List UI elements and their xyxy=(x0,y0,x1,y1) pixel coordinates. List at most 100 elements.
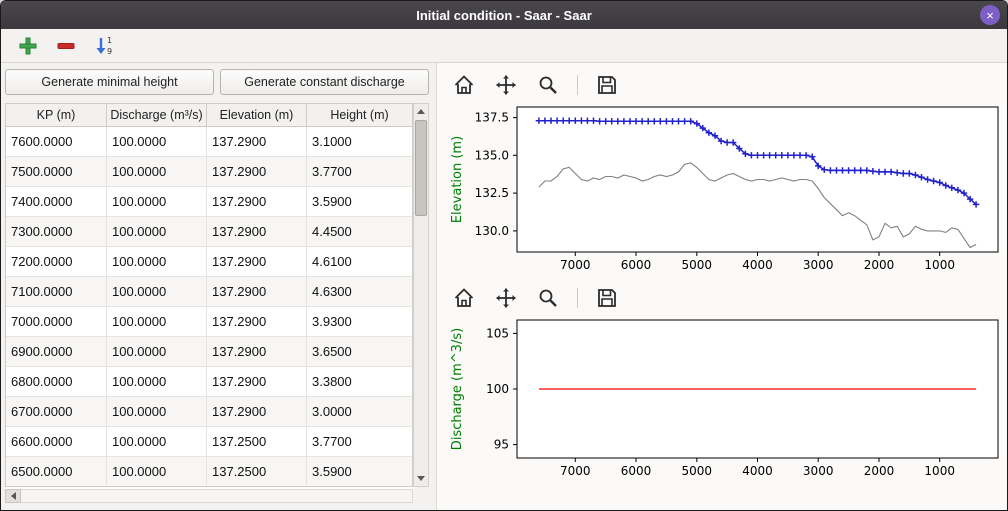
table-cell[interactable]: 3.6500 xyxy=(307,337,412,367)
elevation-chart[interactable]: 7000600050004000300020001000130.0132.513… xyxy=(447,101,1003,276)
table-row[interactable]: 7400.0000100.0000137.29003.5900 xyxy=(6,187,412,217)
home-button[interactable] xyxy=(451,285,477,311)
svg-text:2000: 2000 xyxy=(864,464,895,478)
table-cell[interactable]: 3.9300 xyxy=(307,307,412,337)
table-cell[interactable]: 100.0000 xyxy=(107,127,207,157)
table-row[interactable]: 6800.0000100.0000137.29003.3800 xyxy=(6,367,412,397)
header-cell-height[interactable]: Height (m) xyxy=(307,103,413,127)
table-cell[interactable]: 3.5900 xyxy=(307,187,412,217)
svg-text:9: 9 xyxy=(107,47,112,56)
window-title: Initial condition - Saar - Saar xyxy=(416,8,592,23)
table-cell[interactable]: 7300.0000 xyxy=(6,217,107,247)
table-cell[interactable]: 4.6300 xyxy=(307,277,412,307)
table-cell[interactable]: 6700.0000 xyxy=(6,397,107,427)
table-cell[interactable]: 137.2900 xyxy=(207,367,307,397)
elevation-chart-toolbar xyxy=(447,69,1003,101)
sort-button[interactable]: 1 9 xyxy=(91,33,117,59)
horizontal-scrollbar[interactable] xyxy=(5,489,413,503)
table-cell[interactable]: 7400.0000 xyxy=(6,187,107,217)
table-cell[interactable]: 6600.0000 xyxy=(6,427,107,457)
table-cell[interactable]: 3.7700 xyxy=(307,427,412,457)
header-cell-kp[interactable]: KP (m) xyxy=(5,103,107,127)
table-cell[interactable]: 6900.0000 xyxy=(6,337,107,367)
table-cell[interactable]: 100.0000 xyxy=(107,217,207,247)
table-cell[interactable]: 137.2900 xyxy=(207,217,307,247)
table-row[interactable]: 7000.0000100.0000137.29003.9300 xyxy=(6,307,412,337)
table-cell[interactable]: 3.3800 xyxy=(307,367,412,397)
table-cell[interactable]: 4.4500 xyxy=(307,217,412,247)
table-cell[interactable]: 3.1000 xyxy=(307,127,412,157)
header-cell-elevation[interactable]: Elevation (m) xyxy=(207,103,307,127)
table-cell[interactable]: 100.0000 xyxy=(107,427,207,457)
table-cell[interactable]: 6800.0000 xyxy=(6,367,107,397)
horizontal-scroll-track[interactable] xyxy=(21,489,413,503)
scroll-thumb[interactable] xyxy=(415,120,427,216)
discharge-chart[interactable]: 700060005000400030002000100095100105Disc… xyxy=(447,314,1003,482)
table-cell[interactable]: 137.2900 xyxy=(207,337,307,367)
table-cell[interactable]: 4.6100 xyxy=(307,247,412,277)
table-cell[interactable]: 137.2900 xyxy=(207,277,307,307)
table-cell[interactable]: 137.2900 xyxy=(207,127,307,157)
table-cell[interactable]: 100.0000 xyxy=(107,337,207,367)
table-cell[interactable]: 7600.0000 xyxy=(6,127,107,157)
scroll-up-button[interactable] xyxy=(414,104,428,119)
table-cell[interactable]: 100.0000 xyxy=(107,187,207,217)
main-content: Generate minimal height Generate constan… xyxy=(1,63,1007,511)
toolbar-separator xyxy=(577,288,578,308)
home-button[interactable] xyxy=(451,72,477,98)
titlebar[interactable]: Initial condition - Saar - Saar × xyxy=(1,1,1007,29)
pan-button[interactable] xyxy=(493,285,519,311)
table-cell[interactable]: 100.0000 xyxy=(107,277,207,307)
table-cell[interactable]: 3.5900 xyxy=(307,457,412,487)
save-button[interactable] xyxy=(594,285,620,311)
table-cell[interactable]: 137.2900 xyxy=(207,247,307,277)
zoom-button[interactable] xyxy=(535,285,561,311)
table-cell[interactable]: 137.2500 xyxy=(207,457,307,487)
table-cell[interactable]: 7500.0000 xyxy=(6,157,107,187)
table-cell[interactable]: 100.0000 xyxy=(107,367,207,397)
table-cell[interactable]: 137.2500 xyxy=(207,427,307,457)
svg-text:6000: 6000 xyxy=(621,464,652,478)
table-cell[interactable]: 7100.0000 xyxy=(6,277,107,307)
table-row[interactable]: 6600.0000100.0000137.25003.7700 xyxy=(6,427,412,457)
table-row[interactable]: 6900.0000100.0000137.29003.6500 xyxy=(6,337,412,367)
table-cell[interactable]: 137.2900 xyxy=(207,307,307,337)
magnifier-icon xyxy=(536,286,560,310)
table-cell[interactable]: 100.0000 xyxy=(107,397,207,427)
table-cell[interactable]: 100.0000 xyxy=(107,247,207,277)
table-cell[interactable]: 137.2900 xyxy=(207,397,307,427)
save-button[interactable] xyxy=(594,72,620,98)
table-cell[interactable]: 100.0000 xyxy=(107,457,207,487)
table-row[interactable]: 7300.0000100.0000137.29004.4500 xyxy=(6,217,412,247)
svg-text:7000: 7000 xyxy=(560,464,591,478)
generate-constant-discharge-button[interactable]: Generate constant discharge xyxy=(220,69,429,95)
remove-row-button[interactable] xyxy=(53,33,79,59)
zoom-button[interactable] xyxy=(535,72,561,98)
table-cell[interactable]: 137.2900 xyxy=(207,187,307,217)
scroll-down-button[interactable] xyxy=(414,471,428,486)
table-cell[interactable]: 100.0000 xyxy=(107,157,207,187)
vertical-scroll-track[interactable] xyxy=(414,119,428,471)
table-row[interactable]: 7200.0000100.0000137.29004.6100 xyxy=(6,247,412,277)
table-cell[interactable]: 6500.0000 xyxy=(6,457,107,487)
minus-icon xyxy=(55,35,77,57)
pan-button[interactable] xyxy=(493,72,519,98)
table-row[interactable]: 7100.0000100.0000137.29004.6300 xyxy=(6,277,412,307)
table-cell[interactable]: 3.0000 xyxy=(307,397,412,427)
scroll-left-button[interactable] xyxy=(5,489,21,503)
table-cell[interactable]: 100.0000 xyxy=(107,307,207,337)
table-row[interactable]: 7600.0000100.0000137.29003.1000 xyxy=(6,127,412,157)
table-cell[interactable]: 7000.0000 xyxy=(6,307,107,337)
table-row[interactable]: 6700.0000100.0000137.29003.0000 xyxy=(6,397,412,427)
table-cell[interactable]: 7200.0000 xyxy=(6,247,107,277)
header-cell-discharge[interactable]: Discharge (m³/s) xyxy=(107,103,207,127)
table-row[interactable]: 7500.0000100.0000137.29003.7700 xyxy=(6,157,412,187)
generate-minimal-height-button[interactable]: Generate minimal height xyxy=(5,69,214,95)
table-header: KP (m) Discharge (m³/s) Elevation (m) He… xyxy=(5,103,413,127)
table-cell[interactable]: 3.7700 xyxy=(307,157,412,187)
vertical-scrollbar[interactable] xyxy=(413,103,429,487)
close-button[interactable]: × xyxy=(980,5,1000,25)
add-row-button[interactable] xyxy=(15,33,41,59)
table-row[interactable]: 6500.0000100.0000137.25003.5900 xyxy=(6,457,412,487)
table-cell[interactable]: 137.2900 xyxy=(207,157,307,187)
